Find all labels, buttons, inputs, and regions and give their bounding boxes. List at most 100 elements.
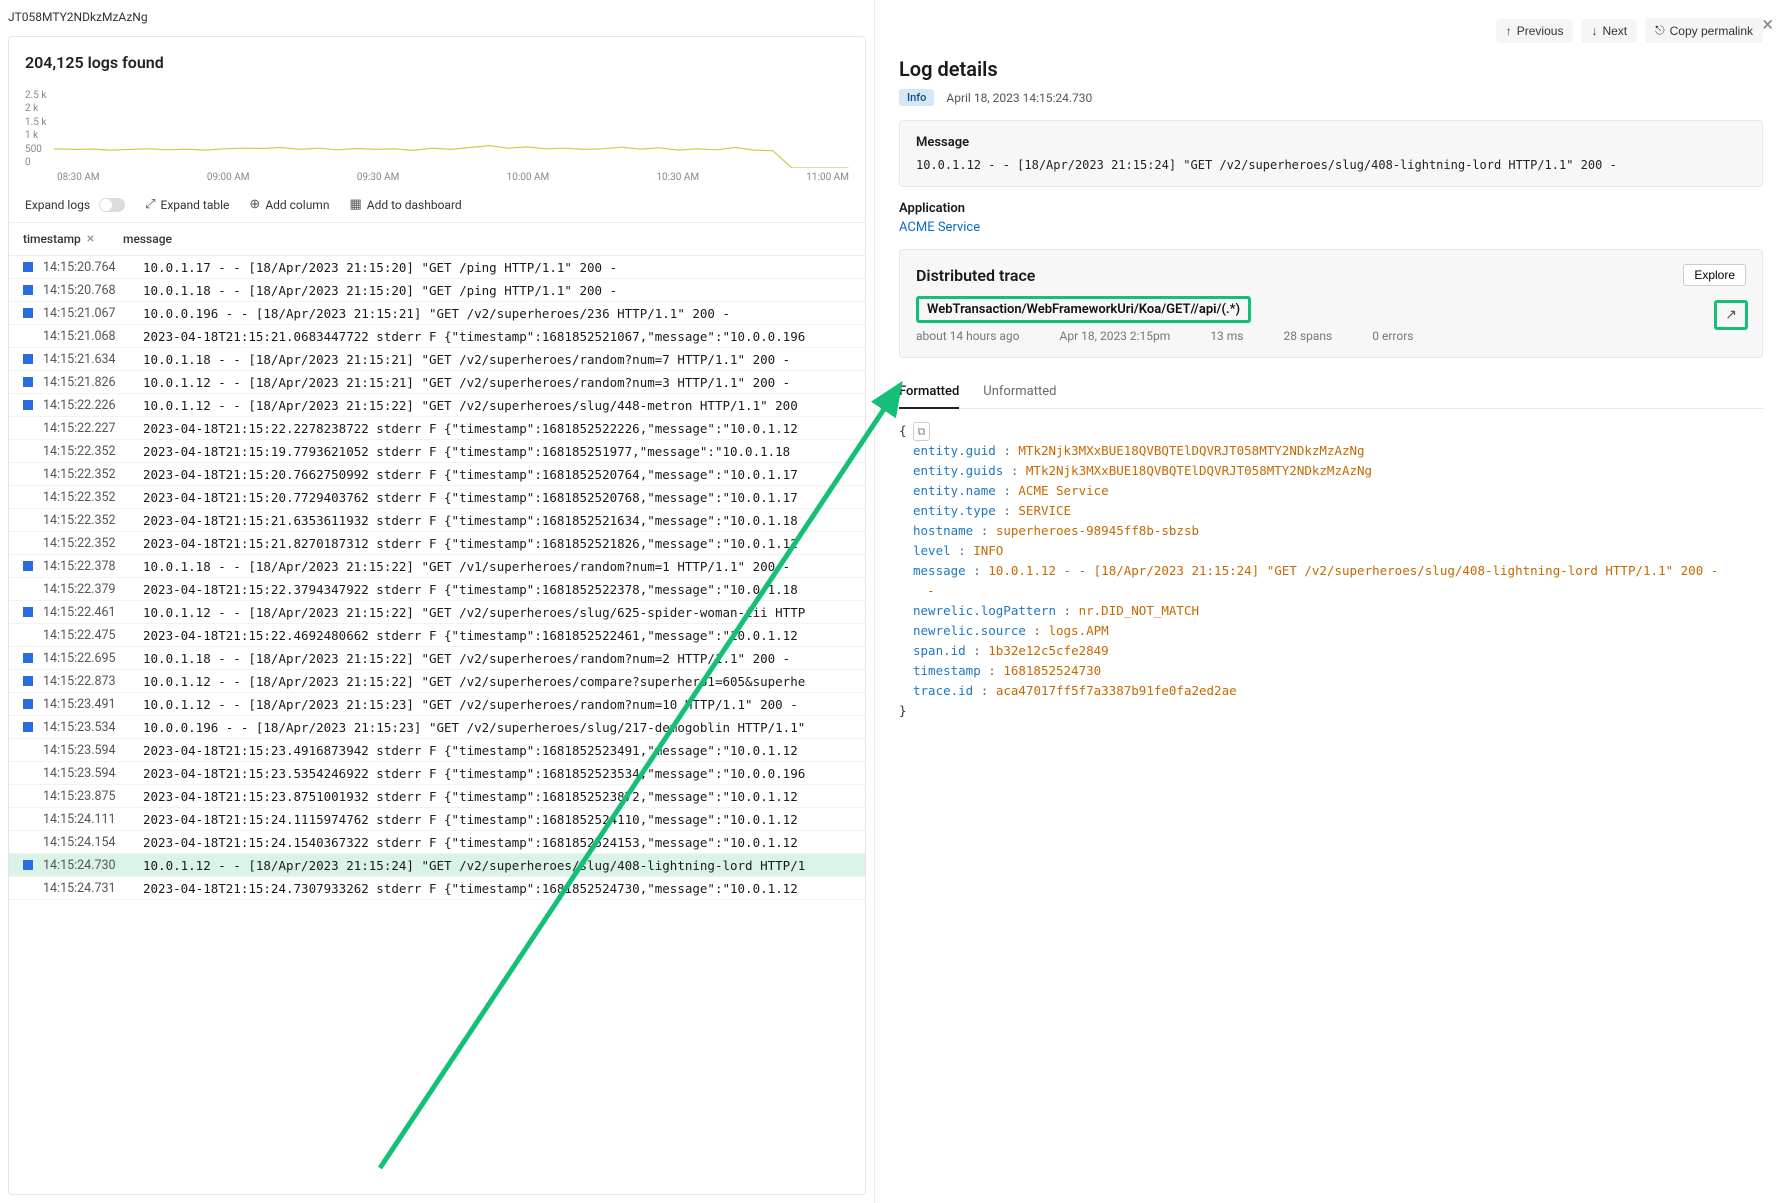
trace-errors: 0 errors [1372, 329, 1413, 343]
message-box: Message 10.0.1.12 - - [18/Apr/2023 21:15… [899, 120, 1763, 187]
log-row[interactable]: 14:15:22.3522023-04-18T21:15:19.77936210… [9, 440, 865, 463]
application-link[interactable]: ACME Service [899, 220, 980, 235]
log-timestamp-cell: 14:15:22.352 [43, 513, 143, 528]
log-timestamp-cell: 14:15:22.475 [43, 628, 143, 643]
log-level-indicator [23, 400, 33, 410]
application-heading: Application [899, 201, 1763, 216]
log-row[interactable]: 14:15:23.5942023-04-18T21:15:23.49168739… [9, 739, 865, 762]
remove-column-icon[interactable]: × [87, 231, 94, 247]
log-level-indicator [23, 354, 33, 364]
json-field[interactable]: entity.guids : MTk2Njk3MXxBUE18QVBQTElDQ… [899, 461, 1763, 481]
log-row[interactable]: 14:15:22.3522023-04-18T21:15:20.76627509… [9, 463, 865, 486]
log-row[interactable]: 14:15:23.5942023-04-18T21:15:23.53542469… [9, 762, 865, 785]
open-trace-icon[interactable]: ↗ [1714, 300, 1748, 330]
panel-title: Log details [899, 57, 1763, 81]
json-field[interactable]: entity.type : SERVICE [899, 501, 1763, 521]
log-message-cell: 10.0.1.18 - - [18/Apr/2023 21:15:20] "GE… [143, 283, 617, 298]
json-field[interactable]: hostname : superheroes-98945ff8b-sbzsb [899, 521, 1763, 541]
log-timestamp-cell: 14:15:23.875 [43, 789, 143, 804]
column-header-message[interactable]: message [123, 232, 851, 246]
json-field[interactable]: span.id : 1b32e12c5cfe2849 [899, 641, 1763, 661]
json-field[interactable]: newrelic.logPattern : nr.DID_NOT_MATCH [899, 601, 1763, 621]
log-row[interactable]: 14:15:22.69510.0.1.18 - - [18/Apr/2023 2… [9, 647, 865, 670]
log-level-indicator [23, 308, 33, 318]
trace-duration: 13 ms [1210, 329, 1243, 343]
log-level-indicator [23, 883, 33, 893]
json-field[interactable]: level : INFO [899, 541, 1763, 561]
json-field[interactable]: trace.id : aca47017ff5f7a3387b91fe0fa2ed… [899, 681, 1763, 701]
copy-json-icon[interactable]: ⧉ [913, 422, 931, 442]
log-level-indicator [23, 791, 33, 801]
log-row[interactable]: 14:15:22.4752023-04-18T21:15:22.46924806… [9, 624, 865, 647]
expand-table-button[interactable]: ⤢ Expand table [145, 197, 229, 212]
breadcrumb: JT058MTY2NDkzMzAzNg [0, 0, 874, 28]
log-row[interactable]: 14:15:22.22610.0.1.12 - - [18/Apr/2023 2… [9, 394, 865, 417]
json-block: {⧉ entity.guid : MTk2Njk3MXxBUE18QVBQTEl… [899, 417, 1763, 725]
log-message-cell: 10.0.1.12 - - [18/Apr/2023 21:15:22] "GE… [143, 674, 805, 689]
log-level-indicator [23, 377, 33, 387]
log-message-cell: 10.0.1.12 - - [18/Apr/2023 21:15:21] "GE… [143, 375, 790, 390]
log-row[interactable]: 14:15:20.76410.0.1.17 - - [18/Apr/2023 2… [9, 256, 865, 279]
add-to-dashboard-button[interactable]: ▦ Add to dashboard [349, 197, 461, 212]
log-timestamp-cell: 14:15:22.873 [43, 674, 143, 689]
json-field[interactable]: newrelic.source : logs.APM [899, 621, 1763, 641]
column-header-timestamp[interactable]: timestamp [23, 232, 81, 246]
tab-formatted[interactable]: Formatted [899, 376, 959, 409]
log-row[interactable]: 14:15:23.53410.0.0.196 - - [18/Apr/2023 … [9, 716, 865, 739]
log-row[interactable]: 14:15:22.37810.0.1.18 - - [18/Apr/2023 2… [9, 555, 865, 578]
log-timestamp-cell: 14:15:20.764 [43, 260, 143, 275]
log-row[interactable]: 14:15:20.76810.0.1.18 - - [18/Apr/2023 2… [9, 279, 865, 302]
log-row[interactable]: 14:15:22.3522023-04-18T21:15:21.82701873… [9, 532, 865, 555]
trace-heading: Distributed trace [916, 266, 1035, 285]
log-message-cell: 2023-04-18T21:15:23.4916873942 stderr F … [143, 743, 798, 758]
add-column-button[interactable]: ⊕ Add column [249, 197, 329, 212]
log-row[interactable]: 14:15:24.1542023-04-18T21:15:24.15403673… [9, 831, 865, 854]
explore-button[interactable]: Explore [1683, 264, 1746, 286]
log-row[interactable]: 14:15:21.82610.0.1.12 - - [18/Apr/2023 2… [9, 371, 865, 394]
json-field[interactable]: message : 10.0.1.12 - - [18/Apr/2023 21:… [899, 561, 1763, 581]
log-row[interactable]: 14:15:24.7312023-04-18T21:15:24.73079332… [9, 877, 865, 900]
log-row[interactable]: 14:15:22.3522023-04-18T21:15:21.63536119… [9, 509, 865, 532]
log-level-indicator [23, 837, 33, 847]
log-message-cell: 2023-04-18T21:15:21.0683447722 stderr F … [143, 329, 805, 344]
previous-button[interactable]: ↑Previous [1496, 19, 1574, 43]
log-message-cell: 10.0.0.196 - - [18/Apr/2023 21:15:21] "G… [143, 306, 730, 321]
json-field[interactable]: timestamp : 1681852524730 [899, 661, 1763, 681]
log-level-indicator [23, 630, 33, 640]
tab-unformatted[interactable]: Unformatted [983, 376, 1056, 408]
log-row[interactable]: 14:15:22.87310.0.1.12 - - [18/Apr/2023 2… [9, 670, 865, 693]
log-timestamp-cell: 14:15:22.227 [43, 421, 143, 436]
trace-name-highlight[interactable]: WebTransaction/WebFrameworkUri/Koa/GET//… [916, 296, 1251, 323]
copy-permalink-button[interactable]: ⎋Copy permalink [1645, 18, 1763, 43]
log-row[interactable]: 14:15:24.1112023-04-18T21:15:24.11159747… [9, 808, 865, 831]
next-button[interactable]: ↓Next [1581, 19, 1637, 43]
log-row[interactable]: 14:15:21.63410.0.1.18 - - [18/Apr/2023 2… [9, 348, 865, 371]
close-panel-icon[interactable]: × [1762, 12, 1773, 36]
log-row[interactable]: 14:15:21.06710.0.0.196 - - [18/Apr/2023 … [9, 302, 865, 325]
log-timestamp-cell: 14:15:24.730 [43, 858, 143, 873]
log-timestamp-cell: 14:15:22.378 [43, 559, 143, 574]
log-row[interactable]: 14:15:22.3792023-04-18T21:15:22.37943479… [9, 578, 865, 601]
log-message-cell: 10.0.1.12 - - [18/Apr/2023 21:15:22] "GE… [143, 398, 798, 413]
log-message-cell: 2023-04-18T21:15:19.7793621052 stderr F … [143, 444, 790, 459]
log-row[interactable]: 14:15:24.73010.0.1.12 - - [18/Apr/2023 2… [9, 854, 865, 877]
log-row[interactable]: 14:15:22.2272023-04-18T21:15:22.22782387… [9, 417, 865, 440]
logs-volume-chart: 2.5 k2 k1.5 k1 k5000 08:30 AM09:00 AM09:… [9, 88, 865, 187]
log-message-cell: 2023-04-18T21:15:23.5354246922 stderr F … [143, 766, 805, 781]
log-row[interactable]: 14:15:23.8752023-04-18T21:15:23.87510019… [9, 785, 865, 808]
log-level-indicator [23, 584, 33, 594]
log-row[interactable]: 14:15:23.49110.0.1.12 - - [18/Apr/2023 2… [9, 693, 865, 716]
log-timestamp-cell: 14:15:21.634 [43, 352, 143, 367]
log-row[interactable]: 14:15:22.46110.0.1.12 - - [18/Apr/2023 2… [9, 601, 865, 624]
log-row[interactable]: 14:15:22.3522023-04-18T21:15:20.77294037… [9, 486, 865, 509]
log-level-indicator [23, 745, 33, 755]
json-field[interactable]: entity.guid : MTk2Njk3MXxBUE18QVBQTElDQV… [899, 441, 1763, 461]
copy-label: Copy permalink [1670, 24, 1753, 38]
log-message-cell: 2023-04-18T21:15:24.1115974762 stderr F … [143, 812, 798, 827]
json-field[interactable]: entity.name : ACME Service [899, 481, 1763, 501]
log-row[interactable]: 14:15:21.0682023-04-18T21:15:21.06834477… [9, 325, 865, 348]
log-level-indicator [23, 653, 33, 663]
expand-logs-toggle[interactable]: Expand logs [25, 198, 125, 212]
log-message-cell: 10.0.1.17 - - [18/Apr/2023 21:15:20] "GE… [143, 260, 617, 275]
trace-datetime: Apr 18, 2023 2:15pm [1060, 329, 1171, 343]
